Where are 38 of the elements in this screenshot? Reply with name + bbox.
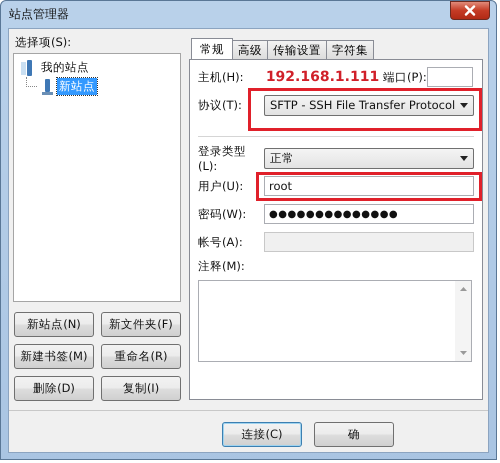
window-title: 站点管理器 [9, 6, 69, 23]
close-button[interactable] [450, 1, 490, 20]
port-field[interactable] [427, 67, 473, 87]
dialog-button[interactable]: 删除(D) [14, 376, 94, 401]
scroll-up-icon [460, 287, 466, 291]
dialog-button[interactable]: 新文件夹(F) [101, 312, 181, 337]
dropdown-arrow-icon [460, 156, 468, 160]
close-icon [464, 5, 476, 16]
select-label: 选择项(S): [15, 35, 72, 49]
field-label: 注释(M): [198, 259, 246, 274]
comments-field[interactable] [198, 280, 472, 362]
field-label: 协议(T): [198, 98, 243, 112]
scrollbar[interactable] [455, 281, 471, 361]
field-label: 密码(W): [198, 206, 248, 222]
dialog-button[interactable]: 新站点(N) [14, 312, 94, 337]
tab[interactable]: 常规 [191, 38, 233, 59]
field-label: 用户(U): [198, 178, 244, 194]
protocol-dropdown[interactable]: SFTP - SSH File Transfer Protocol [264, 94, 474, 116]
user-field[interactable]: root [264, 176, 474, 196]
dialog-button[interactable]: 新建书签(M) [14, 344, 94, 369]
password-field[interactable]: ●●●●●●●●●●●●●● [264, 204, 474, 224]
tab[interactable]: 字符集 [326, 40, 374, 59]
field-label: 登录类型(L): [198, 144, 247, 172]
dialog-button[interactable]: 复制(I) [101, 376, 181, 401]
dialog-button[interactable]: 确 [314, 422, 394, 447]
tab[interactable]: 传输设置 [267, 40, 327, 59]
site-tree[interactable]: 我的站点 新站点 [13, 53, 181, 302]
field-label: 帐号(A): [198, 234, 244, 250]
dialog-button[interactable]: 连接(C) [222, 422, 302, 447]
field-label: 端口(P): [383, 70, 427, 84]
scroll-down-icon [460, 351, 466, 355]
field-label: 主机(H): [198, 70, 244, 84]
logon-type-dropdown[interactable]: 正常 [264, 148, 474, 168]
dialog-button[interactable]: 重命名(R) [101, 344, 181, 369]
server-icon [40, 78, 54, 96]
dropdown-arrow-icon [460, 102, 468, 108]
tab[interactable]: 高级 [232, 40, 268, 59]
tree-item[interactable]: 我的站点 [20, 58, 174, 77]
